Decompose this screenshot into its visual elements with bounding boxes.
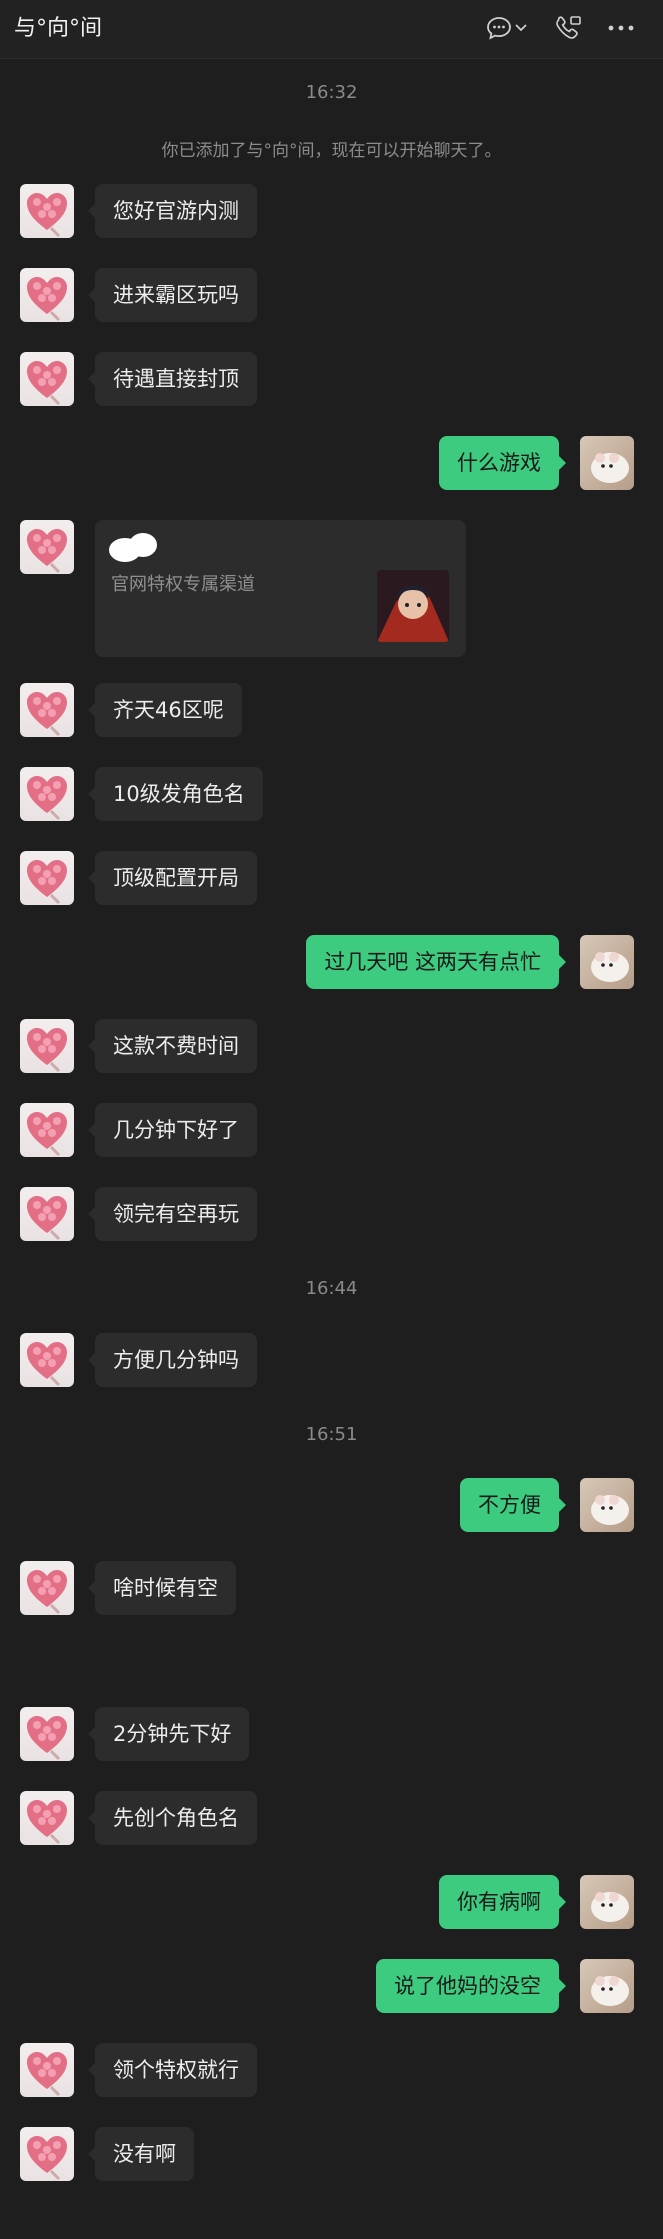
- more-icon[interactable]: [606, 14, 636, 42]
- contact-name[interactable]: 与°向°间: [14, 10, 102, 42]
- contact-avatar[interactable]: [20, 268, 74, 322]
- message-bubble-outgoing[interactable]: 你有病啊: [439, 1875, 566, 1929]
- my-avatar[interactable]: [580, 1959, 634, 2013]
- contact-avatar[interactable]: [20, 1187, 74, 1241]
- message-bubble-incoming[interactable]: 待遇直接封顶: [88, 352, 257, 406]
- contact-avatar[interactable]: [20, 1333, 74, 1387]
- message-bubble-incoming[interactable]: 顶级配置开局: [88, 851, 257, 905]
- message-bubble-incoming[interactable]: 这款不费时间: [88, 1019, 257, 1073]
- redacted-title: [105, 530, 165, 564]
- contact-avatar[interactable]: [20, 184, 74, 238]
- shared-link-card[interactable]: 官网特权专属渠道: [95, 520, 466, 657]
- contact-avatar[interactable]: [20, 767, 74, 821]
- contact-avatar[interactable]: [20, 1561, 74, 1615]
- timestamp: 16:32: [305, 82, 358, 103]
- message-bubble-incoming[interactable]: 几分钟下好了: [88, 1103, 257, 1157]
- my-avatar[interactable]: [580, 1478, 634, 1532]
- message-bubble-incoming[interactable]: 先创个角色名: [88, 1791, 257, 1845]
- phone-icon[interactable]: [553, 14, 583, 42]
- card-subtitle: 官网特权专属渠道: [111, 574, 255, 595]
- game-thumbnail: [377, 570, 449, 642]
- message-bubble-incoming[interactable]: 方便几分钟吗: [88, 1333, 257, 1387]
- message-bubble-incoming[interactable]: 2分钟先下好: [87, 1707, 250, 1761]
- contact-avatar[interactable]: [20, 1019, 74, 1073]
- contact-avatar[interactable]: [20, 1791, 74, 1845]
- chat-bubble-icon[interactable]: [479, 14, 519, 42]
- message-bubble-incoming[interactable]: 齐天46区呢: [88, 683, 242, 737]
- contact-avatar[interactable]: [20, 683, 74, 737]
- contact-avatar[interactable]: [20, 2043, 74, 2097]
- timestamp: 16:51: [305, 1424, 358, 1445]
- message-bubble-incoming[interactable]: 领完有空再玩: [88, 1187, 257, 1241]
- chat-header: 与°向°间: [0, 0, 663, 59]
- message-bubble-incoming[interactable]: 10级发角色名: [88, 767, 263, 821]
- contact-avatar[interactable]: [20, 1103, 74, 1157]
- message-bubble-outgoing[interactable]: 不方便: [460, 1478, 566, 1532]
- message-bubble-outgoing[interactable]: 说了他妈的没空: [376, 1959, 566, 2013]
- message-bubble-incoming[interactable]: 领个特权就行: [88, 2043, 257, 2097]
- chevron-down-icon[interactable]: [514, 14, 528, 42]
- contact-avatar[interactable]: [20, 352, 74, 406]
- my-avatar[interactable]: [580, 935, 634, 989]
- message-bubble-incoming[interactable]: 没有啊: [88, 2127, 194, 2181]
- my-avatar[interactable]: [580, 436, 634, 490]
- message-bubble-incoming[interactable]: 啥时候有空: [88, 1561, 236, 1615]
- message-bubble-incoming[interactable]: 您好官游内测: [88, 184, 257, 238]
- system-notice: 你已添加了与°向°间，现在可以开始聊天了。: [161, 141, 502, 161]
- contact-avatar[interactable]: [20, 851, 74, 905]
- contact-avatar[interactable]: [20, 520, 74, 574]
- message-bubble-outgoing[interactable]: 过几天吧 这两天有点忙: [306, 935, 566, 989]
- timestamp: 16:44: [305, 1278, 358, 1299]
- my-avatar[interactable]: [580, 1875, 634, 1929]
- message-bubble-outgoing[interactable]: 什么游戏: [439, 436, 566, 490]
- message-bubble-incoming[interactable]: 进来霸区玩吗: [88, 268, 257, 322]
- contact-avatar[interactable]: [20, 1707, 74, 1761]
- contact-avatar[interactable]: [20, 2127, 74, 2181]
